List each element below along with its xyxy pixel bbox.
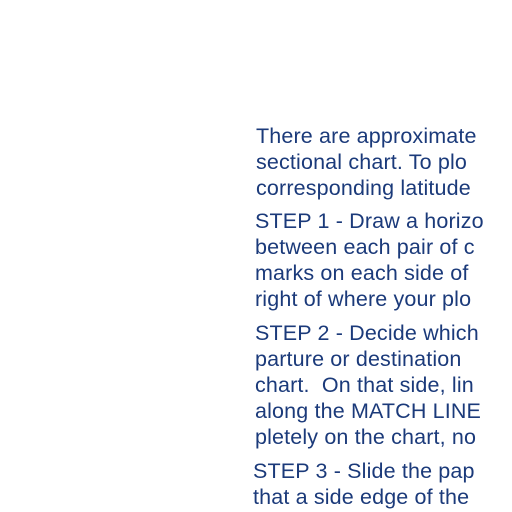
step-1-line-4: right of where your plo <box>255 287 472 311</box>
step-2-line-4: along the MATCH LINE <box>255 399 482 423</box>
step-3-line-1: STEP 3 - Slide the pap <box>253 459 475 483</box>
step-2-line-3: chart. On that side, lin <box>255 373 474 397</box>
paragraph-1-line-1: There are approximate <box>256 124 477 148</box>
document-page: There are approximate sectional chart. T… <box>0 0 512 512</box>
step-2-line-5: pletely on the chart, no <box>255 425 477 449</box>
paragraph-1-line-3: corresponding latitude <box>256 176 471 200</box>
step-1-line-2: between each pair of c <box>255 235 475 259</box>
step-2-line-2: parture or destination <box>255 347 462 371</box>
instruction-text-block: There are approximate sectional chart. T… <box>0 0 512 512</box>
step-3-line-2: that a side edge of the <box>253 485 470 509</box>
step-1-line-1: STEP 1 - Draw a horizo <box>255 209 484 233</box>
step-1-line-3: marks on each side of <box>255 261 469 285</box>
step-2-line-1: STEP 2 - Decide which <box>255 321 479 345</box>
paragraph-1-line-2: sectional chart. To plo <box>256 150 468 174</box>
